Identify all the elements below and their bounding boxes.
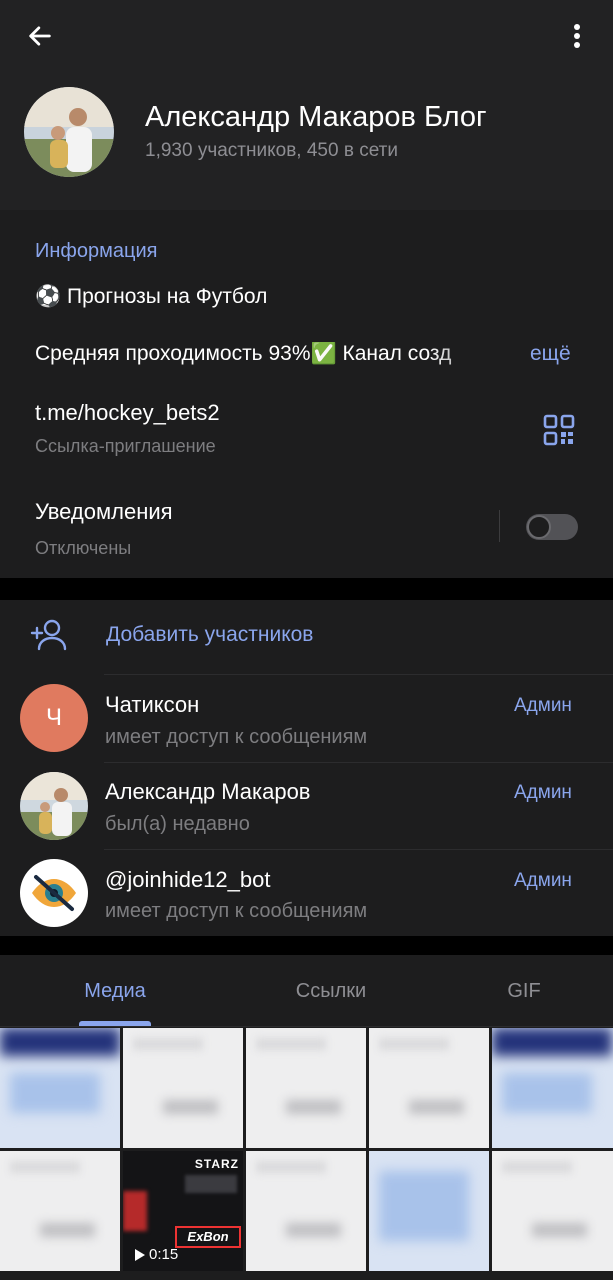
invite-link[interactable]: t.me/hockey_bets2 bbox=[35, 400, 220, 426]
profile-photo bbox=[24, 87, 114, 177]
notifications-title[interactable]: Уведомления bbox=[35, 499, 173, 525]
profile-avatar[interactable] bbox=[24, 87, 114, 177]
play-icon bbox=[135, 1248, 145, 1261]
avatar-joinhide-bot[interactable] bbox=[20, 859, 88, 927]
member-role-badge: Админ bbox=[514, 782, 572, 803]
row-divider bbox=[104, 674, 613, 675]
member-role-badge: Админ bbox=[514, 870, 572, 891]
member-status: имеет доступ к сообщениям bbox=[105, 726, 368, 748]
member-name[interactable]: Чатиксон bbox=[105, 692, 199, 718]
media-thumbnail[interactable] bbox=[369, 1151, 489, 1271]
tabs-divider bbox=[0, 1026, 613, 1027]
row-divider bbox=[104, 762, 613, 763]
video-logo: ExBon bbox=[175, 1226, 241, 1248]
avatar-aleksandr[interactable] bbox=[20, 772, 88, 840]
qr-code-icon bbox=[543, 414, 575, 446]
media-thumbnail[interactable] bbox=[246, 1028, 366, 1148]
eye-crossed-icon bbox=[32, 875, 76, 911]
about-line-2[interactable]: Средняя проходимость 93%✅ Канал созд bbox=[35, 342, 525, 366]
avatar-chatikson[interactable]: Ч bbox=[20, 684, 88, 752]
media-thumbnail[interactable] bbox=[369, 1028, 489, 1148]
back-button[interactable] bbox=[22, 18, 58, 54]
media-thumbnail[interactable] bbox=[492, 1151, 613, 1271]
about-line-1: ⚽️ Прогнозы на Футбол bbox=[35, 285, 268, 308]
tab-gif[interactable]: GIF bbox=[494, 980, 554, 1003]
media-thumbnail[interactable] bbox=[246, 1151, 366, 1271]
media-thumbnail[interactable] bbox=[492, 1028, 613, 1148]
add-user-icon bbox=[30, 619, 67, 651]
notifications-toggle[interactable] bbox=[526, 514, 578, 540]
member-role-badge: Админ bbox=[514, 695, 572, 716]
notifications-divider bbox=[499, 510, 500, 542]
member-status: имеет доступ к сообщениям bbox=[105, 900, 368, 922]
more-link[interactable]: ещё bbox=[530, 342, 571, 366]
video-title: STARZ bbox=[194, 1157, 239, 1171]
media-thumbnail[interactable] bbox=[0, 1151, 120, 1271]
tab-links[interactable]: Ссылки bbox=[281, 980, 381, 1003]
avatar-initial: Ч bbox=[46, 704, 62, 731]
invite-link-caption: Ссылка-приглашение bbox=[35, 436, 216, 456]
video-thumbnail[interactable]: STARZ ExBon 0:15 bbox=[123, 1151, 243, 1271]
member-name[interactable]: @joinhide12_bot bbox=[105, 867, 270, 893]
member-photo bbox=[20, 772, 88, 840]
toggle-knob bbox=[527, 515, 551, 539]
member-count: 1,930 участников, 450 в сети bbox=[145, 140, 398, 161]
video-duration: 0:15 bbox=[149, 1246, 179, 1263]
media-thumbnail[interactable] bbox=[123, 1028, 243, 1148]
more-menu-button[interactable] bbox=[562, 18, 592, 54]
video-duration-badge: 0:15 bbox=[135, 1246, 178, 1263]
qr-code-button[interactable] bbox=[543, 414, 575, 446]
member-name[interactable]: Александр Макаров bbox=[105, 779, 311, 805]
row-divider bbox=[104, 849, 613, 850]
member-status: был(а) недавно bbox=[105, 813, 250, 835]
add-members-button-icon[interactable] bbox=[30, 618, 68, 652]
arrow-left-icon bbox=[29, 26, 51, 46]
tab-media[interactable]: Медиа bbox=[79, 980, 151, 1003]
notifications-status: Отключены bbox=[35, 538, 132, 558]
media-thumbnail[interactable] bbox=[0, 1028, 120, 1148]
group-title: Александр Макаров Блог bbox=[145, 101, 487, 133]
more-vertical-icon bbox=[574, 24, 580, 48]
add-members-button[interactable]: Добавить участников bbox=[106, 623, 313, 647]
info-section-title: Информация bbox=[35, 240, 158, 262]
